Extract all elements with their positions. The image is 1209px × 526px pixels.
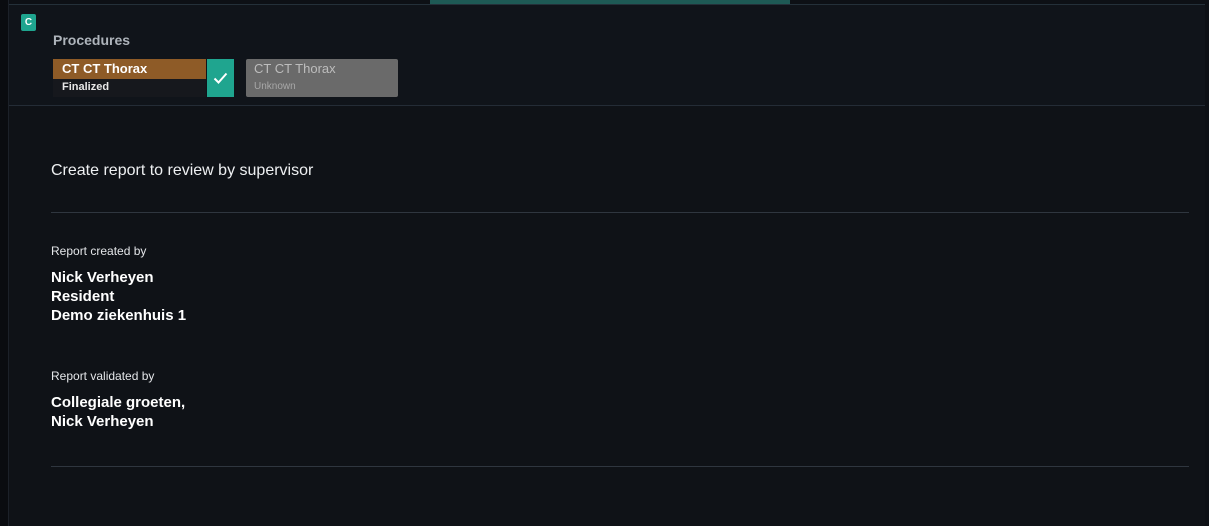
creator-role: Resident <box>51 288 115 305</box>
procedure-status: Finalized <box>62 81 110 93</box>
validated-by-block: Collegiale groeten, Nick Verheyen <box>51 393 185 431</box>
procedure-name: CT CT Thorax <box>254 61 336 76</box>
creator-institution: Demo ziekenhuis 1 <box>51 307 187 324</box>
procedure-name: CT CT Thorax <box>53 59 206 79</box>
created-by-block: Nick Verheyen Resident Demo ziekenhuis 1 <box>51 268 186 325</box>
created-by-label: Report created by <box>51 244 147 258</box>
divider <box>51 212 1189 213</box>
app-window: C Procedures CT CT Thorax Finalized CT C… <box>0 0 1209 526</box>
procedures-header: C Procedures CT CT Thorax Finalized CT C… <box>9 5 1205 106</box>
report-heading: Create report to review by supervisor <box>51 162 314 179</box>
procedure-card-finalized[interactable]: CT CT Thorax Finalized <box>53 59 206 97</box>
procedure-status: Unknown <box>254 81 296 92</box>
procedure-card-unknown[interactable]: CT CT Thorax Unknown <box>246 59 398 97</box>
procedures-title: Procedures <box>53 32 131 48</box>
validator-name: Nick Verheyen <box>51 413 154 430</box>
divider <box>51 466 1189 467</box>
section-badge: C <box>21 14 36 31</box>
procedure-selected-toggle[interactable] <box>207 59 234 97</box>
left-rail <box>0 0 9 526</box>
creator-name: Nick Verheyen <box>51 269 154 286</box>
validator-greeting: Collegiale groeten, <box>51 394 186 411</box>
validated-by-label: Report validated by <box>51 369 155 383</box>
report-panel: Create report to review by supervisor Re… <box>9 106 1205 526</box>
check-icon <box>213 72 228 84</box>
